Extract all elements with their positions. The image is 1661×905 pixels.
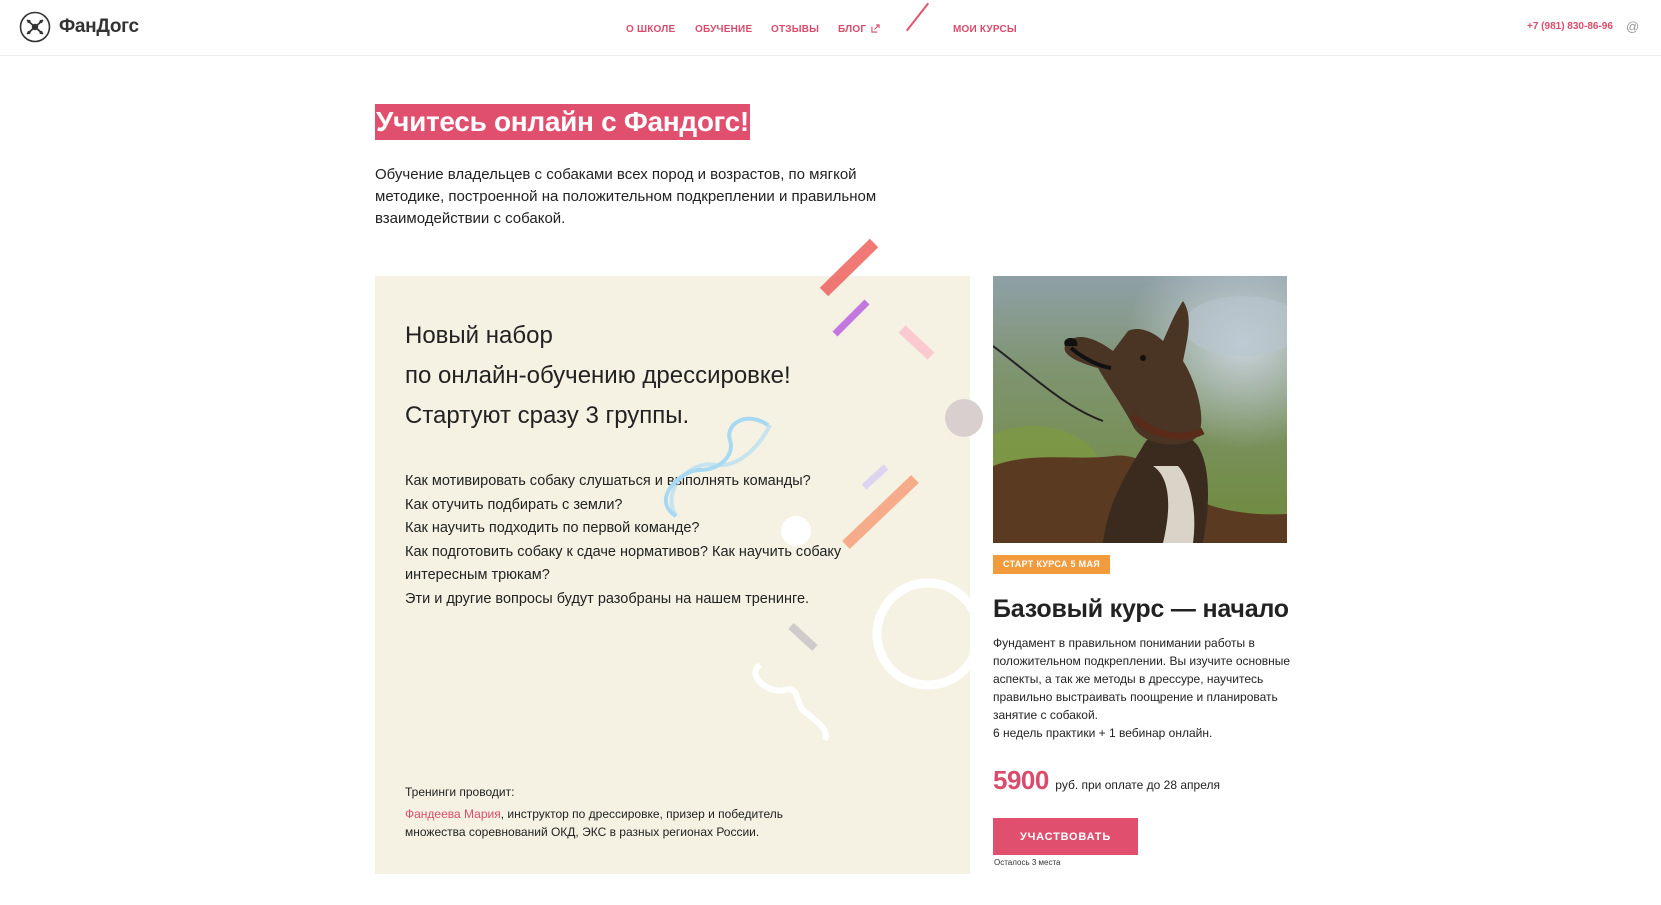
course-description-text: Фундамент в правильном понимании работы …: [993, 636, 1291, 722]
promo-questions: Как мотивировать собаку слушаться и выпо…: [405, 470, 875, 611]
dog-photo-image: [993, 276, 1287, 543]
nav-item-blog-label: Блог: [838, 24, 867, 35]
question-item: Как подготовить собаку к сдаче нормативо…: [405, 543, 842, 584]
external-link-icon: [871, 24, 880, 33]
logo-text: ФанДогс: [59, 16, 139, 37]
page-title: Учитесь онлайн с Фандогс!: [375, 104, 750, 140]
course-description: Фундамент в правильном понимании работы …: [993, 634, 1293, 742]
site-header: ФанДогс О школе Обучение Отзывы Блог Мои…: [0, 0, 1661, 56]
promo-heading-line: Новый набор: [405, 322, 553, 349]
logo-icon: [19, 11, 51, 43]
nav-item-learning[interactable]: Обучение: [695, 24, 752, 35]
question-item: Как научить подходить по первой команде?: [405, 520, 700, 536]
price-note: руб. при оплате до 28 апреля: [1055, 778, 1220, 792]
course-price: 5900: [993, 765, 1049, 795]
logo-link[interactable]: ФанДогс: [19, 11, 139, 43]
course-schedule: 6 недель практики + 1 вебинар онлайн.: [993, 726, 1213, 740]
seats-left-note: Осталось 3 места: [994, 858, 1061, 867]
promo-heading: Новый набор по онлайн-обучению дрессиров…: [405, 316, 945, 436]
question-item: Как отучить подбирать с земли?: [405, 496, 623, 513]
trainer-name-link[interactable]: Фандеева Мария: [405, 807, 501, 821]
trainer-info: Тренинги проводит: Фандеева Мария, инстр…: [405, 783, 815, 841]
question-item: Как мотивировать собаку слушаться и выпо…: [405, 473, 811, 489]
course-title[interactable]: Базовый курс — начало: [993, 595, 1289, 624]
promo-panel: Новый набор по онлайн-обучению дрессиров…: [375, 276, 970, 874]
course-start-badge: Старт курса 5 мая: [993, 555, 1111, 574]
phone-link[interactable]: +7 (981) 830-86-96: [1527, 21, 1613, 32]
trainer-text: Фандеева Мария, инструктор по дрессировк…: [405, 805, 815, 841]
nav-item-blog[interactable]: Блог: [838, 24, 880, 35]
join-course-button[interactable]: Участвовать: [993, 818, 1138, 855]
nav-item-my-courses[interactable]: Мои курсы: [953, 24, 1017, 35]
promo-heading-line: Стартуют сразу 3 группы.: [405, 402, 690, 429]
price-row: 5900 руб. при оплате до 28 апреля: [993, 765, 1220, 796]
nav-item-about[interactable]: О школе: [626, 24, 675, 35]
email-at-icon[interactable]: @: [1626, 19, 1639, 34]
promo-heading-line: по онлайн-обучению дрессировке!: [405, 362, 791, 389]
question-item: Эти и другие вопросы будут разобраны на …: [405, 590, 810, 607]
nav-item-reviews[interactable]: Отзывы: [771, 24, 819, 35]
hero-description: Обучение владельцев с собаками всех поро…: [375, 166, 877, 227]
nav-divider-slash: [905, 2, 930, 32]
course-photo[interactable]: [993, 276, 1287, 543]
trainer-label: Тренинги проводит:: [405, 785, 515, 799]
